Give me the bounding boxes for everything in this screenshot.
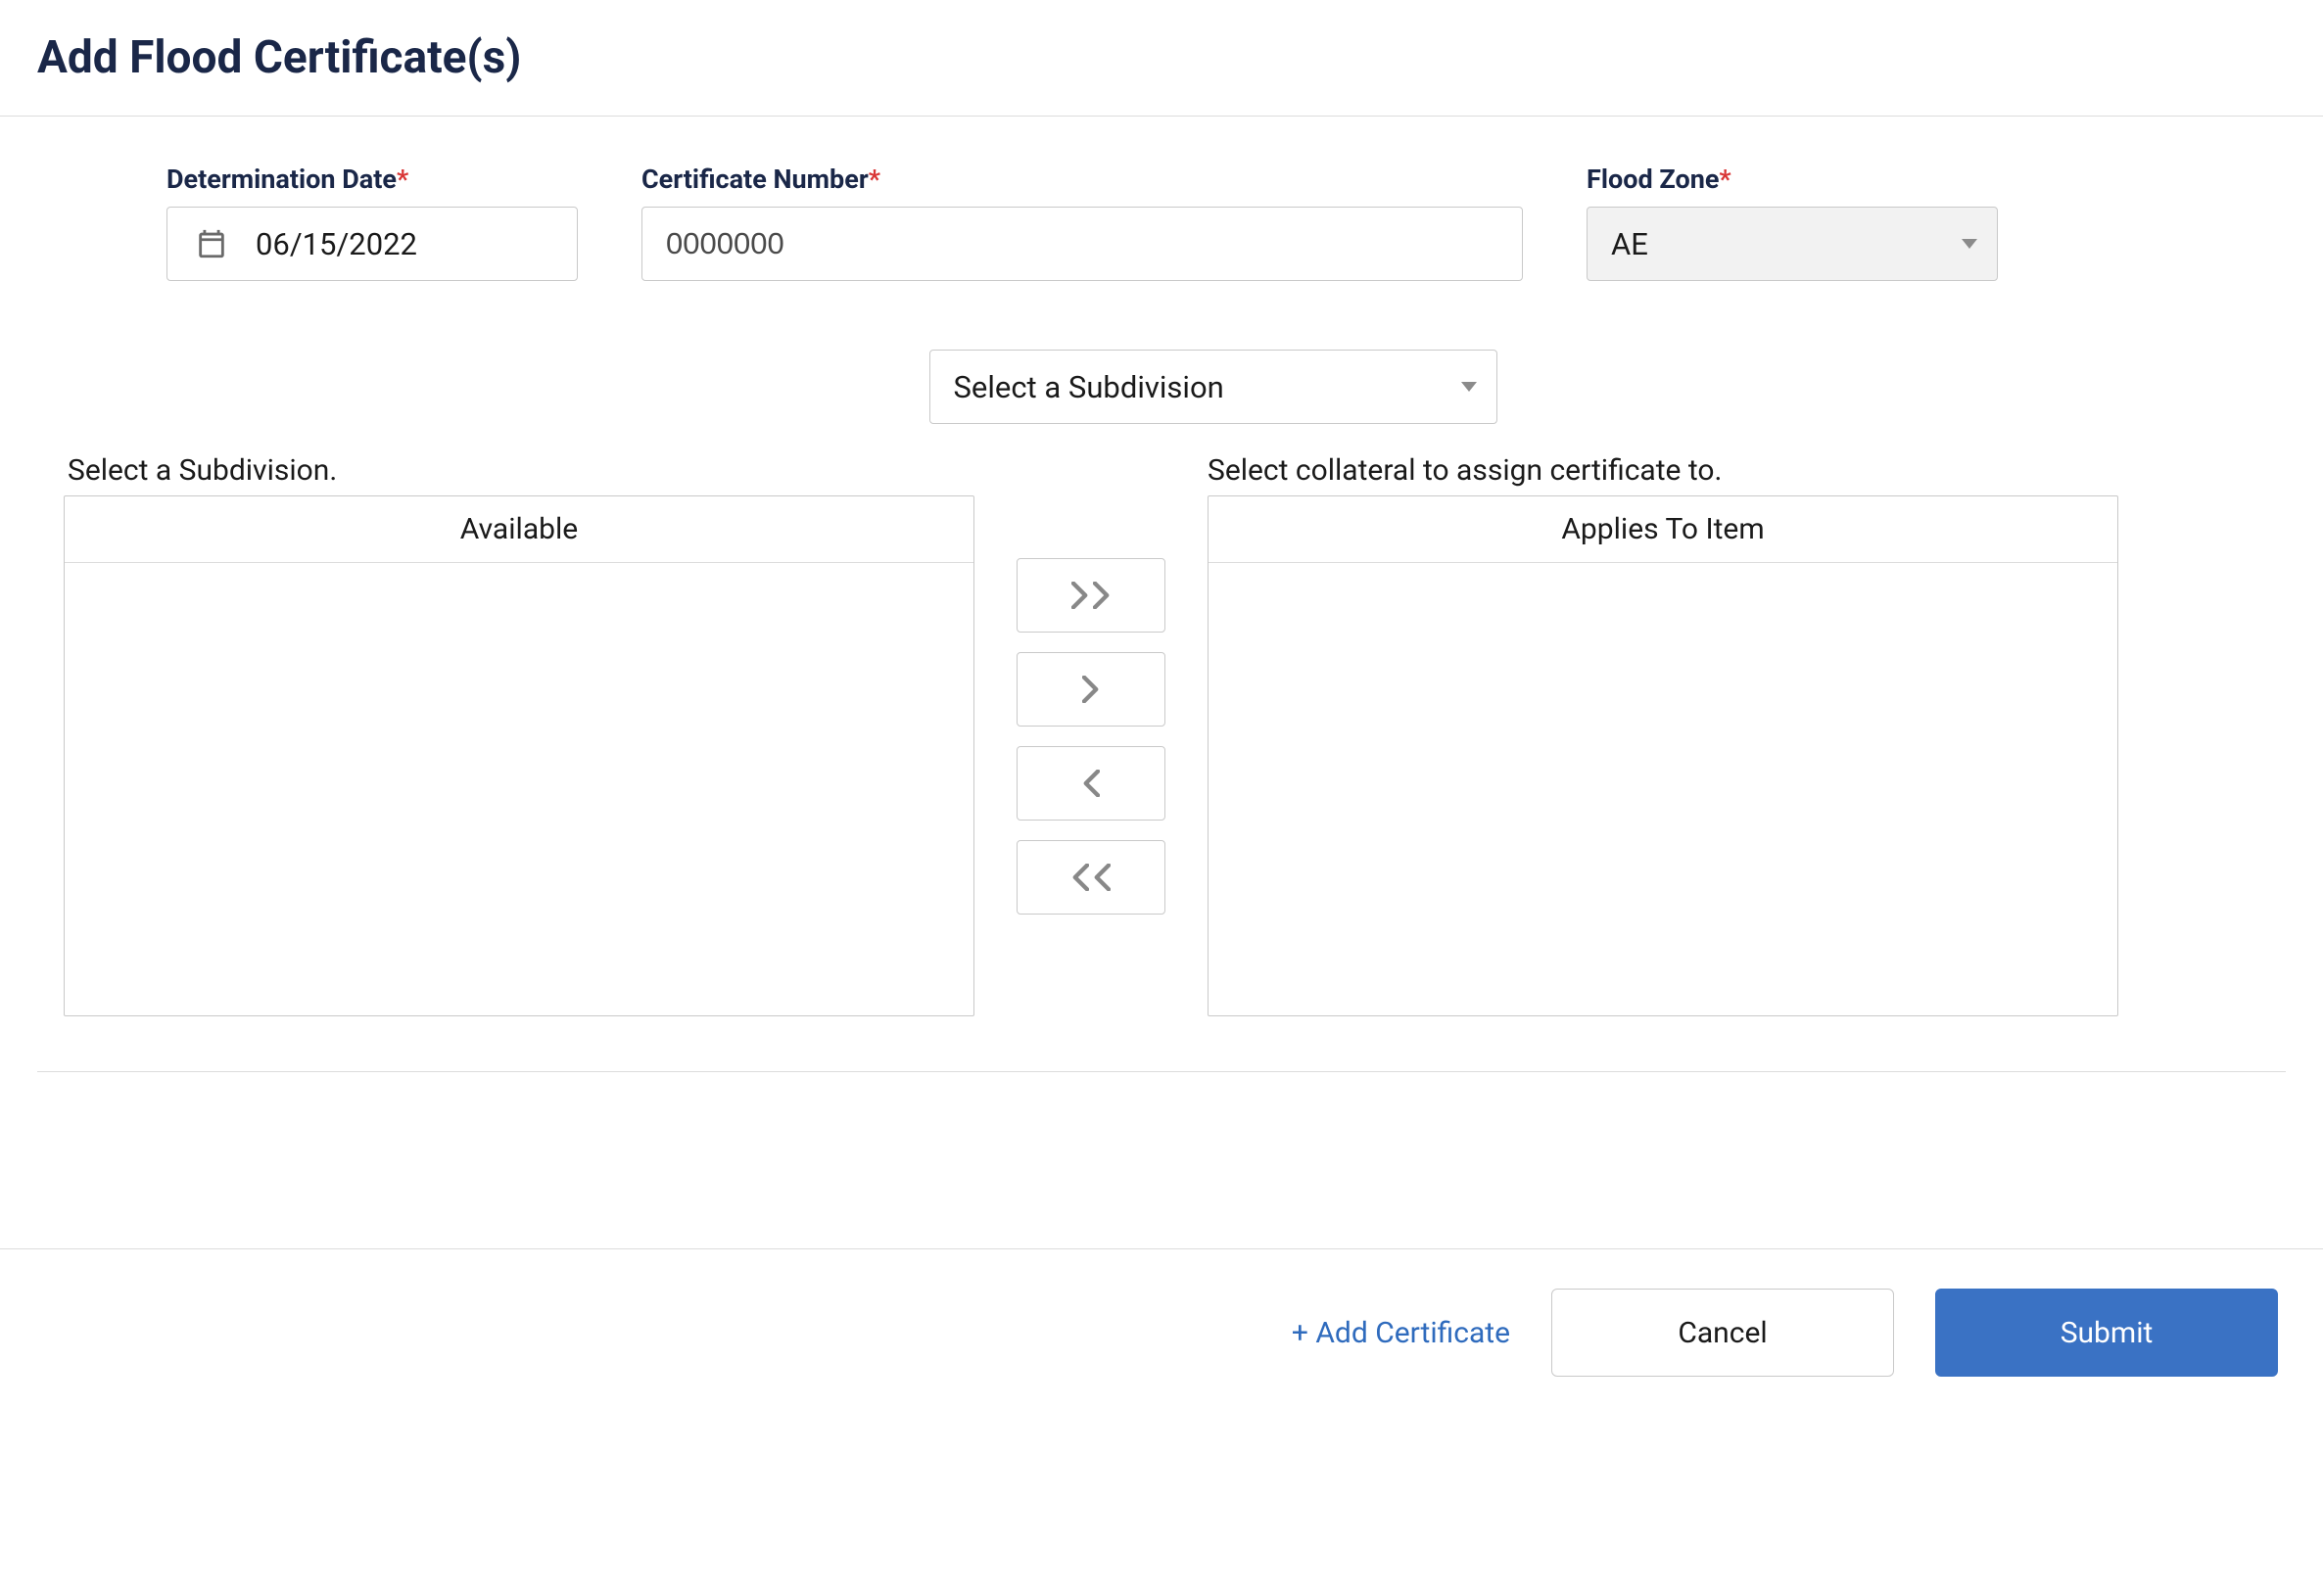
applies-instruction: Select collateral to assign certificate … <box>1208 453 1722 488</box>
move-right-button[interactable] <box>1017 652 1165 727</box>
footer-bar: + Add Certificate Cancel Submit <box>0 1248 2323 1416</box>
spacer <box>974 453 1208 488</box>
flood-zone-value: AE <box>1611 226 1648 262</box>
label-text: Determination Date <box>166 164 397 195</box>
move-left-button[interactable] <box>1017 746 1165 821</box>
section-divider <box>37 1071 2286 1072</box>
determination-date-input[interactable]: 06/15/2022 <box>166 207 578 281</box>
move-all-left-button[interactable] <box>1017 840 1165 915</box>
applies-to-list-panel[interactable]: Applies To Item <box>1208 495 2118 1016</box>
determination-date-label: Determination Date* <box>166 164 578 195</box>
required-marker: * <box>869 164 880 195</box>
available-instruction: Select a Subdivision. <box>64 453 974 488</box>
available-list-panel[interactable]: Available <box>64 495 974 1016</box>
transfer-labels: Select a Subdivision. Select collateral … <box>64 453 2259 488</box>
field-row-1: Determination Date* 06/15/2022 Certifica… <box>166 164 2259 281</box>
chevron-down-icon <box>1962 239 1977 249</box>
required-marker: * <box>1719 164 1730 195</box>
label-text: Certificate Number <box>641 164 869 195</box>
subdivision-row: Select a Subdivision <box>166 350 2259 424</box>
cancel-button[interactable]: Cancel <box>1551 1289 1894 1377</box>
required-marker: * <box>397 164 408 195</box>
certificate-number-input[interactable] <box>641 207 1523 281</box>
transfer-body: Available Applies To Item <box>64 495 2259 1016</box>
subdivision-select[interactable]: Select a Subdivision <box>929 350 1497 424</box>
chevron-left-icon <box>1082 770 1100 797</box>
determination-date-value: 06/15/2022 <box>256 226 417 262</box>
calendar-icon <box>167 227 256 260</box>
chevron-right-icon <box>1071 582 1089 609</box>
flood-zone-group: Flood Zone* AE <box>1587 164 1998 281</box>
certificate-number-group: Certificate Number* <box>641 164 1523 281</box>
move-all-right-button[interactable] <box>1017 558 1165 633</box>
subdivision-placeholder: Select a Subdivision <box>954 369 1224 405</box>
chevron-down-icon <box>1461 382 1477 392</box>
flood-zone-select[interactable]: AE <box>1587 207 1998 281</box>
chevron-left-icon <box>1093 864 1111 891</box>
transfer-section: Select a Subdivision. Select collateral … <box>0 424 2323 1016</box>
add-certificate-link[interactable]: + Add Certificate <box>1292 1316 1510 1350</box>
certificate-form: Determination Date* 06/15/2022 Certifica… <box>0 117 2323 424</box>
determination-date-group: Determination Date* 06/15/2022 <box>166 164 578 281</box>
submit-button[interactable]: Submit <box>1935 1289 2278 1377</box>
chevron-right-icon <box>1093 582 1111 609</box>
transfer-buttons <box>974 495 1208 915</box>
label-text: Flood Zone <box>1587 164 1719 195</box>
flood-zone-label: Flood Zone* <box>1587 164 1998 195</box>
page-title: Add Flood Certificate(s) <box>37 31 2323 84</box>
chevron-right-icon <box>1082 676 1100 703</box>
applies-header: Applies To Item <box>1209 496 2117 563</box>
available-header: Available <box>65 496 973 563</box>
certificate-number-label: Certificate Number* <box>641 164 1523 195</box>
chevron-left-icon <box>1071 864 1089 891</box>
